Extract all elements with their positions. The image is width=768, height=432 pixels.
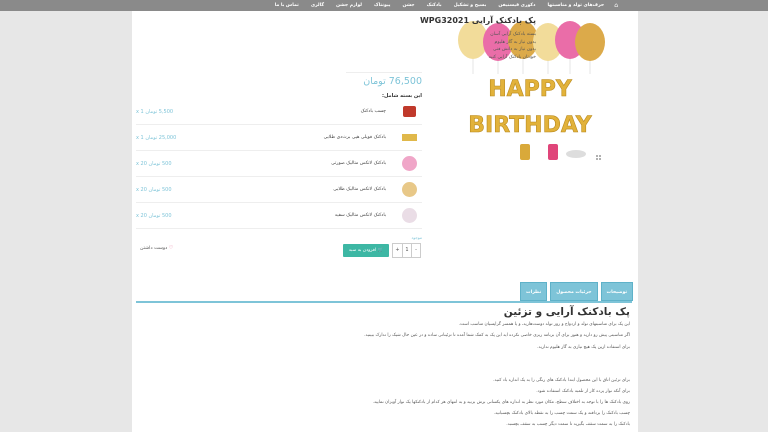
content-paragraph: برای تزئین اتاق با این محصول ابتدا بادکن… xyxy=(493,378,630,383)
bundle-item-price: 5,500 تومان x 1 xyxy=(136,109,174,115)
bundle-item-price: 25,000 تومان x 1 xyxy=(136,135,177,141)
product-description: بسته بادکنک آرایی آسان بدون نیاز به گاز … xyxy=(489,31,536,61)
description-line: بدون نیاز به دانش فنی xyxy=(492,47,536,52)
description-line: خودتان بادکنک آرایی کنید xyxy=(488,54,536,60)
product-price: 76,500 تومان xyxy=(363,76,422,87)
bundle-item-price: 500 تومان x 20 xyxy=(136,213,172,219)
content-paragraph: چسب بادکنک را بردافته و یک سمت چسب را به… xyxy=(493,411,630,416)
white-balloon-thumbnail xyxy=(402,208,417,223)
nav-item-party-supplies[interactable]: لوازم جشن xyxy=(330,3,368,8)
foil-letters-thumbnail xyxy=(402,134,417,141)
product-title: پک بادکنک آرایی WPG32021 xyxy=(419,16,536,25)
quantity-plus-button[interactable]: + xyxy=(393,244,402,257)
tab-reviews[interactable]: نظرات xyxy=(520,282,548,301)
birthday-text: BIRTHDAY xyxy=(468,113,593,138)
top-nav-bar: ⌂ حرف‌های تولد و مناسبتها دکوری فیسنیفن … xyxy=(0,0,768,11)
heart-icon: ♡ xyxy=(168,246,174,251)
bundle-item-price: 500 تومان x 20 xyxy=(136,161,172,167)
happy-text: HAPPY xyxy=(488,77,573,102)
add-to-cart-label: افزودن به سبد xyxy=(348,248,377,253)
content-heading: پک بادکنک آرایی و تزئین xyxy=(503,306,630,318)
nav-item-services[interactable]: بسیح و تشکیل xyxy=(448,3,493,8)
quantity-stepper[interactable]: + 1 - xyxy=(392,243,421,258)
content-paragraph: این پک برای مناسبتهای تولد و ازدواج و رو… xyxy=(458,322,630,327)
pink-balloon-thumbnail xyxy=(402,156,417,171)
quantity-minus-button[interactable]: - xyxy=(411,244,420,257)
home-icon[interactable]: ⌂ xyxy=(610,2,622,9)
bundle-row[interactable]: بادکنک لاتکس متالیک طلایی 500 تومان x 20 xyxy=(136,177,422,203)
gold-balloon-thumbnail xyxy=(402,182,417,197)
quantity-value[interactable]: 1 xyxy=(402,244,411,257)
bundle-row[interactable]: چسب بادکنک 5,500 تومان x 1 xyxy=(136,99,422,125)
tab-description[interactable]: توضیحات xyxy=(600,282,634,301)
content-paragraph: بادکنک را به سمت سقف بگیرید تا سمت دیگر … xyxy=(506,422,630,427)
content-paragraph: اگر مناسبتی پیش رو دارید و هنوز برای آن … xyxy=(364,333,630,338)
bundle-row[interactable]: بادکنک فویلی هپی برث‌دی طلایی 25,000 توم… xyxy=(136,125,422,151)
bundle-row[interactable]: بادکنک لاتکس متالیک صورتی 500 تومان x 20 xyxy=(136,151,422,177)
stock-status: موجود xyxy=(411,235,422,240)
nav-item-party[interactable]: جشن xyxy=(396,3,420,8)
product-tabs: توضیحات جزئیات محصول نظرات xyxy=(520,282,634,301)
content-paragraph: روی بادکنک ها را با توجه به اختلاف سطح، … xyxy=(372,400,630,405)
bundle-item-name[interactable]: بادکنک لاتکس متالیک سفید xyxy=(335,213,386,218)
description-line: بسته بادکنک آرایی آسان xyxy=(490,32,536,37)
nav-item-contact[interactable]: تماس با ما xyxy=(269,3,305,8)
nav-item-decor[interactable]: دکوری فیسنیفن xyxy=(492,3,541,8)
tab-underline xyxy=(136,301,632,303)
tab-details[interactable]: جزئیات محصول xyxy=(550,282,598,301)
bundle-item-name[interactable]: بادکنک فویلی هپی برث‌دی طلایی xyxy=(324,135,386,140)
description-line: بدون نیاز به گاز هلیوم xyxy=(494,39,537,45)
nav-item-birthday-letters[interactable]: حرف‌های تولد و مناسبتها xyxy=(541,3,610,8)
bundle-item-name[interactable]: بادکنک لاتکس متالیک طلایی xyxy=(333,187,386,192)
nav-item-gallery[interactable]: گالری xyxy=(305,3,330,8)
wishlist-link[interactable]: ♡ دوست داشتن xyxy=(140,246,173,251)
bundle-item-price: 500 تومان x 20 xyxy=(136,187,172,193)
divider xyxy=(346,72,422,73)
glue-dots-thumbnail xyxy=(403,106,416,117)
bundle-item-name[interactable]: چسب بادکنک xyxy=(361,109,386,114)
bundle-item-name[interactable]: بادکنک لاتکس متالیک صورتی xyxy=(331,161,386,166)
add-to-cart-button[interactable]: 🛒 افزودن به سبد xyxy=(343,244,389,257)
wishlist-label: دوست داشتن xyxy=(140,246,168,251)
nav-item-pinata[interactable]: پیونتاک xyxy=(368,3,397,8)
bundle-row[interactable]: بادکنک لاتکس متالیک سفید 500 تومان x 20 xyxy=(136,203,422,229)
content-paragraph: برای آنکه نوار پرده کار از تلمبه بادکنک … xyxy=(536,389,630,394)
cart-icon: 🛒 xyxy=(377,248,384,253)
nav-item-balloon[interactable]: بادکنک xyxy=(421,3,448,8)
content-paragraph: برای استفاده ازین پک هیچ نیازی به گاز هل… xyxy=(537,345,630,350)
